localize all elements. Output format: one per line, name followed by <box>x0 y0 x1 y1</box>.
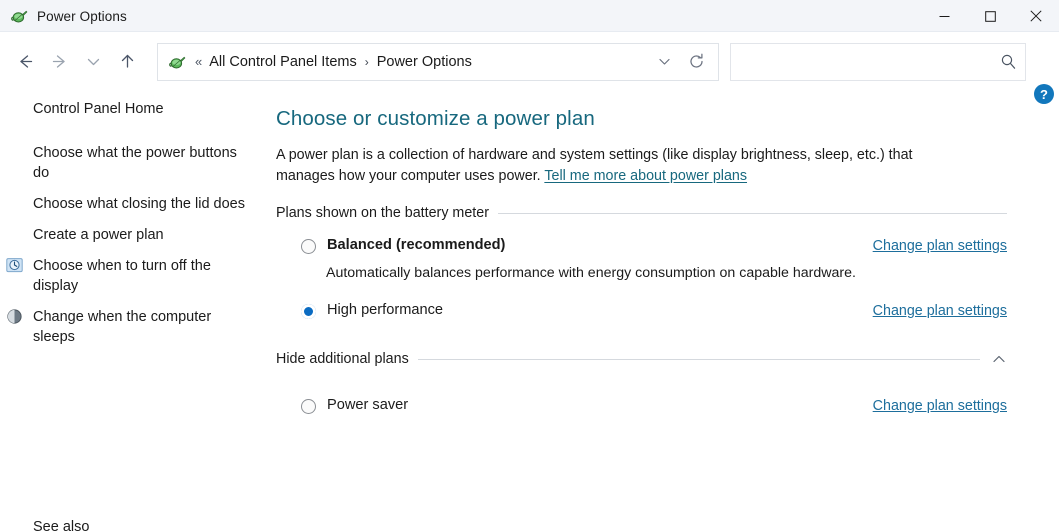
plan-label: Balanced (recommended) <box>327 237 506 253</box>
sidebar: Control Panel Home Choose what the power… <box>0 91 268 531</box>
radio-balanced[interactable] <box>301 239 316 254</box>
breadcrumb-separator-icon: › <box>364 54 369 69</box>
window-controls <box>921 0 1059 32</box>
learn-more-link[interactable]: Tell me more about power plans <box>544 168 747 184</box>
group-header-battery-meter: Plans shown on the battery meter <box>276 205 1007 221</box>
body-area: Control Panel Home Choose what the power… <box>0 84 1059 531</box>
sidebar-item-label: Control Panel Home <box>33 101 164 117</box>
breadcrumb-item-all-control-panel-items[interactable]: All Control Panel Items <box>209 54 356 70</box>
control-panel-icon <box>168 53 186 71</box>
sidebar-item-label: Choose what closing the lid does <box>33 196 245 212</box>
sidebar-item-label: Change when the computer sleeps <box>33 309 212 345</box>
up-button[interactable] <box>110 45 144 79</box>
sidebar-item-turn-off-display[interactable]: Choose when to turn off the display <box>0 256 268 296</box>
plan-label: High performance <box>327 302 443 318</box>
plan-selector[interactable]: High performance <box>301 301 443 320</box>
group-header-label: Hide additional plans <box>276 351 409 367</box>
help-button[interactable]: ? <box>1034 84 1054 104</box>
group-header-label: Plans shown on the battery meter <box>276 205 489 221</box>
display-timer-icon <box>6 257 23 274</box>
plan-selector[interactable]: Power saver <box>301 396 408 415</box>
plan-row-high-performance[interactable]: High performance Change plan settings <box>276 301 1007 321</box>
sidebar-item-label: Choose when to turn off the display <box>33 258 211 294</box>
radio-high-performance[interactable] <box>301 304 316 319</box>
radio-power-saver[interactable] <box>301 399 316 414</box>
change-plan-settings-link-balanced[interactable]: Change plan settings <box>873 236 1007 256</box>
maximize-button[interactable] <box>967 0 1013 32</box>
window-title: Power Options <box>37 8 127 24</box>
close-button[interactable] <box>1013 0 1059 32</box>
recent-locations-button[interactable] <box>76 45 110 79</box>
group-header-rule <box>497 212 1007 214</box>
sleep-moon-icon <box>6 308 23 325</box>
breadcrumb-item-power-options[interactable]: Power Options <box>377 54 472 70</box>
navigation-bar: « All Control Panel Items › Power Option… <box>0 32 1059 91</box>
address-bar[interactable]: « All Control Panel Items › Power Option… <box>157 42 719 81</box>
group-header-additional-plans[interactable]: Hide additional plans <box>276 351 1007 367</box>
sidebar-item-label: Choose what the power buttons do <box>33 145 237 181</box>
search-box[interactable] <box>730 42 1026 81</box>
change-plan-settings-link-high-performance[interactable]: Change plan settings <box>873 301 1007 321</box>
search-input[interactable] <box>741 54 1000 69</box>
plan-selector[interactable]: Balanced (recommended) <box>301 236 505 255</box>
title-bar: Power Options <box>0 0 1059 32</box>
breadcrumb-overflow-icon[interactable]: « <box>195 55 202 68</box>
sidebar-item-create-power-plan[interactable]: Create a power plan <box>0 225 268 245</box>
minimize-button[interactable] <box>921 0 967 32</box>
see-also-heading: See also <box>33 519 90 531</box>
content-pane: ? Choose or customize a power plan A pow… <box>268 84 1059 531</box>
intro-paragraph: A power plan is a collection of hardware… <box>276 145 948 187</box>
back-button[interactable] <box>8 45 42 79</box>
plan-row-balanced[interactable]: Balanced (recommended) Change plan setti… <box>276 236 1007 256</box>
group-header-rule <box>417 358 980 360</box>
control-panel-icon <box>10 7 28 25</box>
change-plan-settings-link-power-saver[interactable]: Change plan settings <box>873 396 1007 416</box>
chevron-up-icon[interactable] <box>991 351 1007 367</box>
plan-label: Power saver <box>327 397 409 413</box>
page-title: Choose or customize a power plan <box>276 107 595 130</box>
sidebar-item-closing-lid[interactable]: Choose what closing the lid does <box>0 194 268 214</box>
search-icon[interactable] <box>1000 53 1017 70</box>
forward-button[interactable] <box>42 45 76 79</box>
chevron-down-icon[interactable] <box>650 47 678 77</box>
plan-description-balanced: Automatically balances performance with … <box>326 265 856 281</box>
plan-row-power-saver[interactable]: Power saver Change plan settings <box>276 396 1007 416</box>
sidebar-item-label: Create a power plan <box>33 227 164 243</box>
sidebar-item-computer-sleeps[interactable]: Change when the computer sleeps <box>0 307 268 347</box>
sidebar-item-power-buttons[interactable]: Choose what the power buttons do <box>0 143 268 183</box>
refresh-icon[interactable] <box>678 47 714 77</box>
sidebar-item-control-panel-home[interactable]: Control Panel Home <box>0 99 268 119</box>
